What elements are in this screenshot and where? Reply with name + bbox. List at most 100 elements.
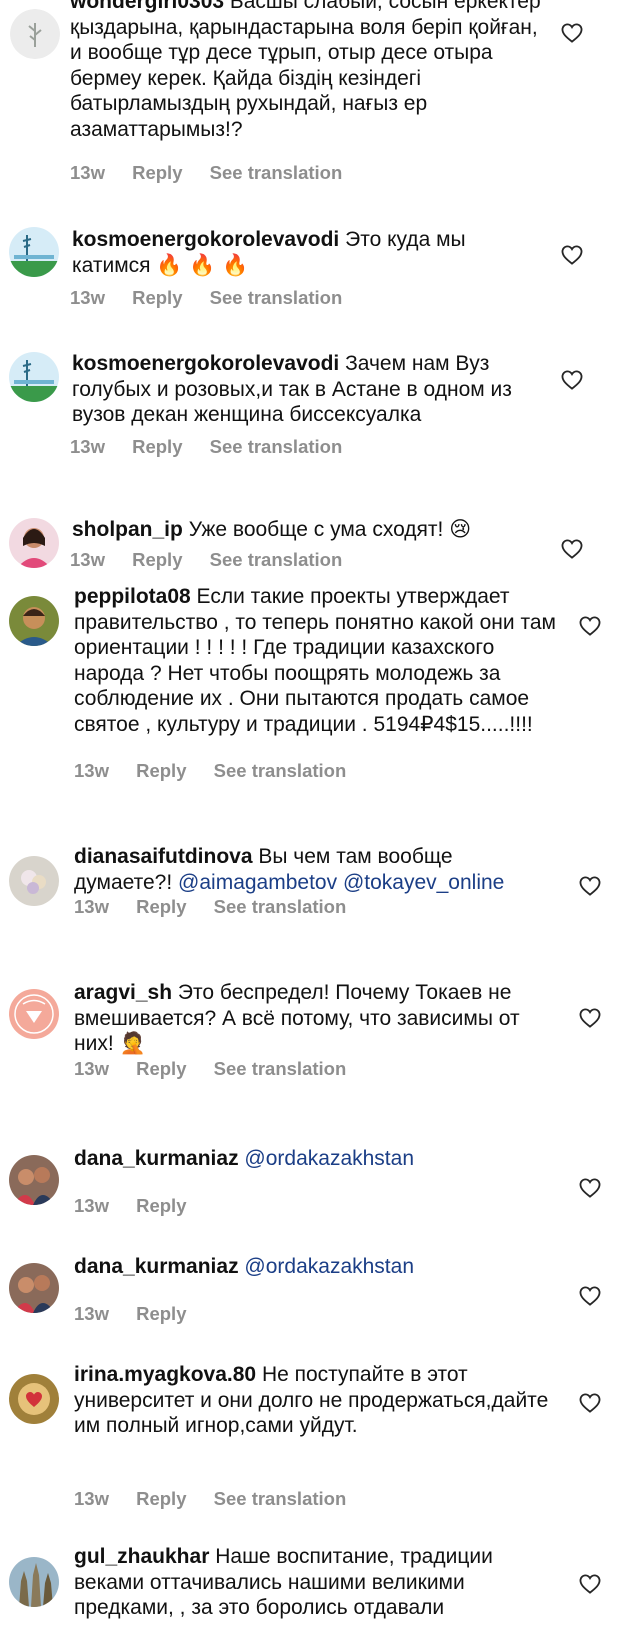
avatar[interactable] bbox=[9, 596, 59, 646]
comment-username[interactable]: gul_zhaukhar bbox=[74, 1545, 209, 1568]
comment-text: wondergirl0303 Басшы слабый, сосын еркек… bbox=[70, 0, 550, 142]
comment-mentions[interactable]: @aimagambetov @tokayev_online bbox=[178, 871, 504, 894]
comment-item: kosmoenergokorolevavodi Зачем нам Вуз го… bbox=[0, 338, 622, 468]
reply-button[interactable]: Reply bbox=[132, 436, 182, 457]
comment-body: Басшы слабый, сосын еркектер қыздарына, … bbox=[70, 0, 541, 141]
comment-age: 13w bbox=[74, 1195, 109, 1216]
comment-item: dana_kurmaniaz @ordakazakhstan 13w Reply bbox=[0, 1255, 622, 1338]
comment-text: sholpan_ip Уже вообще с ума сходят! 😢 bbox=[72, 517, 542, 543]
facepalm-emoji: 🤦 bbox=[119, 1031, 146, 1055]
comment-body: Уже вообще с ума сходят! bbox=[188, 518, 444, 541]
comment-item: sholpan_ip Уже вообще с ума сходят! 😢 13… bbox=[0, 510, 622, 580]
comment-age: 13w bbox=[74, 896, 109, 917]
comment-age: 13w bbox=[70, 436, 105, 457]
comment-item: dianasaifutdinova Вы чем там вообще дума… bbox=[0, 845, 622, 960]
comment-text: kosmoenergokorolevavodi Зачем нам Вуз го… bbox=[72, 351, 532, 428]
comment-text: irina.myagkova.80 Не поступайте в этот у… bbox=[74, 1362, 556, 1439]
comment-mentions[interactable]: @ordakazakhstan bbox=[244, 1147, 414, 1170]
reply-button[interactable]: Reply bbox=[132, 287, 182, 308]
heart-icon[interactable] bbox=[579, 616, 601, 636]
comment-username[interactable]: kosmoenergokorolevavodi bbox=[72, 352, 339, 375]
comment-age: 13w bbox=[74, 760, 109, 781]
comment-age: 13w bbox=[74, 1303, 109, 1324]
heart-icon[interactable] bbox=[561, 539, 583, 559]
heart-icon[interactable] bbox=[579, 1008, 601, 1028]
fire-emoji: 🔥 🔥 🔥 bbox=[156, 252, 249, 277]
reply-button[interactable]: Reply bbox=[136, 1195, 186, 1216]
comment-item: peppilota08 Если такие проекты утверждае… bbox=[0, 585, 622, 820]
reply-button[interactable]: Reply bbox=[136, 760, 186, 781]
avatar[interactable] bbox=[9, 989, 59, 1039]
comment-meta: 13w Reply See translation bbox=[74, 1058, 368, 1080]
see-translation-button[interactable]: See translation bbox=[210, 549, 343, 570]
reply-button[interactable]: Reply bbox=[136, 896, 186, 917]
reply-button[interactable]: Reply bbox=[136, 1488, 186, 1509]
heart-icon[interactable] bbox=[579, 1393, 601, 1413]
comment-item: gul_zhaukhar Наше воспитание, традиции в… bbox=[0, 1545, 622, 1627]
crying-emoji: 😢 bbox=[449, 517, 472, 541]
comment-meta: 13w Reply See translation bbox=[70, 436, 364, 458]
heart-icon[interactable] bbox=[579, 1178, 601, 1198]
see-translation-button[interactable]: See translation bbox=[210, 436, 343, 457]
heart-icon[interactable] bbox=[561, 245, 583, 265]
comment-meta: 13w Reply See translation bbox=[70, 287, 364, 309]
heart-icon[interactable] bbox=[579, 1574, 601, 1594]
reply-button[interactable]: Reply bbox=[136, 1303, 186, 1324]
see-translation-button[interactable]: See translation bbox=[214, 1488, 347, 1509]
comment-item: dana_kurmaniaz @ordakazakhstan 13w Reply bbox=[0, 1147, 622, 1230]
comment-item: irina.myagkova.80 Не поступайте в этот у… bbox=[0, 1363, 622, 1518]
avatar[interactable] bbox=[9, 352, 59, 402]
comment-username[interactable]: dana_kurmaniaz bbox=[74, 1147, 239, 1170]
heart-icon[interactable] bbox=[579, 1286, 601, 1306]
comment-item: kosmoenergokorolevavodi Это куда мы кати… bbox=[0, 210, 622, 320]
comment-text: dianasaifutdinova Вы чем там вообще дума… bbox=[74, 844, 556, 895]
avatar[interactable] bbox=[9, 1155, 59, 1205]
comment-meta: 13w Reply See translation bbox=[70, 549, 364, 571]
comment-meta: 13w Reply bbox=[74, 1195, 209, 1217]
heart-icon[interactable] bbox=[561, 370, 583, 390]
comment-username[interactable]: sholpan_ip bbox=[72, 518, 183, 541]
comment-meta: 13w Reply See translation bbox=[74, 896, 368, 918]
comment-meta: 13w Reply See translation bbox=[74, 1488, 368, 1510]
reply-button[interactable]: Reply bbox=[132, 549, 182, 570]
reply-button[interactable]: Reply bbox=[132, 162, 182, 183]
reply-button[interactable]: Reply bbox=[136, 1058, 186, 1079]
comment-username[interactable]: irina.myagkova.80 bbox=[74, 1363, 256, 1386]
comment-username[interactable]: dianasaifutdinova bbox=[74, 845, 253, 868]
comment-meta: 13w Reply See translation bbox=[70, 162, 364, 184]
see-translation-button[interactable]: See translation bbox=[214, 1058, 347, 1079]
comment-age: 13w bbox=[70, 549, 105, 570]
comment-username[interactable]: wondergirl0303 bbox=[70, 0, 224, 13]
comment-age: 13w bbox=[74, 1488, 109, 1509]
comment-meta: 13w Reply bbox=[74, 1303, 209, 1325]
comment-text: aragvi_sh Это беспредел! Почему Токаев н… bbox=[74, 980, 556, 1057]
see-translation-button[interactable]: See translation bbox=[214, 896, 347, 917]
comment-meta: 13w Reply See translation bbox=[74, 760, 368, 782]
comment-username[interactable]: kosmoenergokorolevavodi bbox=[72, 228, 339, 251]
avatar[interactable] bbox=[9, 1263, 59, 1313]
comment-text: dana_kurmaniaz @ordakazakhstan bbox=[74, 1254, 556, 1280]
comment-age: 13w bbox=[70, 162, 105, 183]
heart-icon[interactable] bbox=[579, 876, 601, 896]
see-translation-button[interactable]: See translation bbox=[210, 162, 343, 183]
comment-text: peppilota08 Если такие проекты утверждае… bbox=[74, 584, 556, 737]
comment-username[interactable]: aragvi_sh bbox=[74, 981, 172, 1004]
comment-item: wondergirl0303 Басшы слабый, сосын еркек… bbox=[0, 0, 622, 200]
comment-item: aragvi_sh Это беспредел! Почему Токаев н… bbox=[0, 981, 622, 1104]
comment-mentions[interactable]: @ordakazakhstan bbox=[244, 1255, 414, 1278]
avatar[interactable] bbox=[10, 9, 60, 59]
heart-icon[interactable] bbox=[561, 23, 583, 43]
comment-username[interactable]: peppilota08 bbox=[74, 585, 191, 608]
avatar[interactable] bbox=[9, 227, 59, 277]
avatar[interactable] bbox=[9, 518, 59, 568]
avatar[interactable] bbox=[9, 856, 59, 906]
comment-username[interactable]: dana_kurmaniaz bbox=[74, 1255, 239, 1278]
comment-text: kosmoenergokorolevavodi Это куда мы кати… bbox=[72, 227, 492, 278]
avatar[interactable] bbox=[9, 1374, 59, 1424]
comment-text: dana_kurmaniaz @ordakazakhstan bbox=[74, 1146, 556, 1172]
comment-age: 13w bbox=[74, 1058, 109, 1079]
comment-text: gul_zhaukhar Наше воспитание, традиции в… bbox=[74, 1544, 556, 1621]
see-translation-button[interactable]: See translation bbox=[210, 287, 343, 308]
avatar[interactable] bbox=[9, 1557, 59, 1607]
see-translation-button[interactable]: See translation bbox=[214, 760, 347, 781]
